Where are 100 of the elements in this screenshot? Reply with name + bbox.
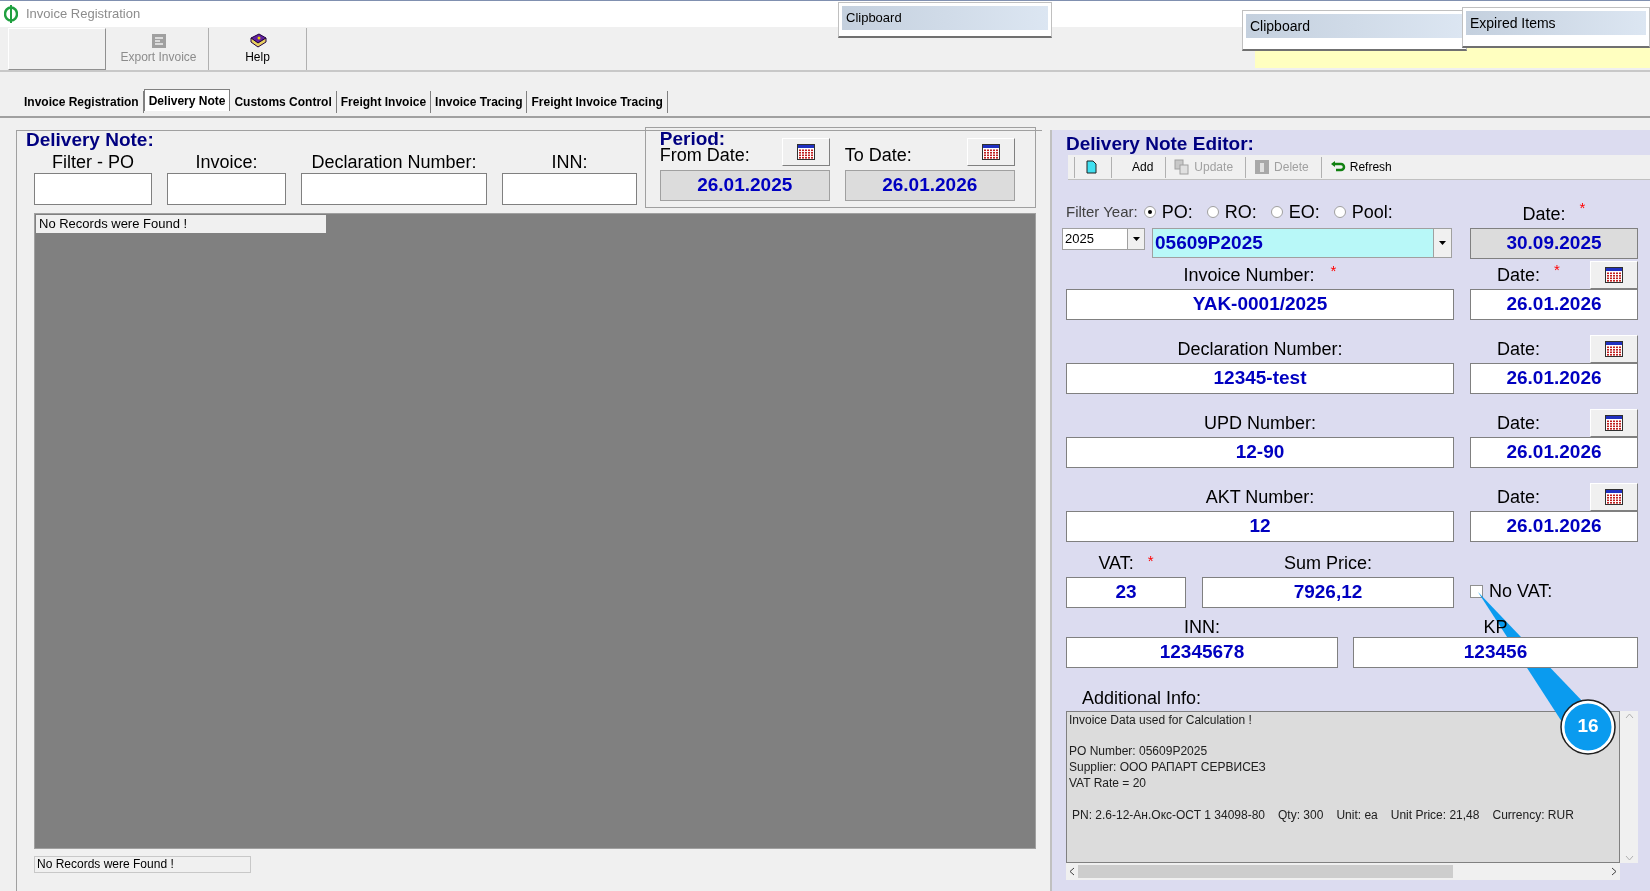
item-detail: Unit Price: 21,48 — [1390, 807, 1480, 823]
filter-field[interactable] — [301, 173, 487, 205]
date-label: Date: — [1497, 412, 1541, 435]
text-field[interactable]: 26.01.2026 — [1470, 289, 1638, 320]
field-label: INN: — [1184, 617, 1220, 637]
item-detail: Unit: ea — [1336, 807, 1378, 823]
horizontal-scrollbar[interactable] — [1066, 863, 1620, 880]
calendar-icon — [1605, 267, 1623, 283]
required-mark: * — [1554, 262, 1560, 277]
radio-button[interactable] — [1333, 206, 1346, 218]
text-field[interactable]: 12-90 — [1066, 437, 1454, 468]
info-line: PO Number: 05609P2025 — [1069, 743, 1208, 759]
text-field[interactable]: 12345-test — [1066, 363, 1454, 394]
date-label: Date: — [1497, 264, 1541, 287]
calendar-icon — [796, 144, 815, 160]
export-icon — [150, 32, 167, 49]
panel-icon — [1254, 159, 1271, 175]
filter-label: Declaration Number: — [311, 151, 477, 173]
item-detail: PN: 2.6-12-Ан.Окс-ОСТ 1 34098-80 — [1072, 807, 1266, 823]
field-label: AKT Number: — [1205, 486, 1315, 509]
coin-icon — [4, 5, 18, 23]
field-label: UPD Number: — [1204, 412, 1316, 435]
scrollbar-thumb[interactable] — [1078, 865, 1453, 878]
scroll-down-icon — [1624, 855, 1634, 861]
calendar-button[interactable] — [1590, 261, 1638, 289]
filter-label: Invoice: — [195, 151, 258, 173]
grid-header: No Records were Found ! — [35, 214, 327, 234]
filter-year-label: Filter Year: — [1066, 201, 1138, 222]
tab[interactable]: Delivery Note — [143, 89, 231, 111]
window-title: Invoice Registration — [26, 5, 141, 24]
toolbar-button[interactable]: Add — [1111, 156, 1162, 178]
popup-window[interactable]: Clipboard — [838, 2, 1052, 38]
info-line: Supplier: ООО РАПАРТ СЕРВИСЕЗ — [1069, 759, 1266, 775]
scroll-right-icon — [1611, 867, 1617, 876]
text-field[interactable]: 23 — [1066, 577, 1186, 608]
book-icon — [248, 32, 267, 49]
text-field[interactable]: 123456 — [1353, 637, 1638, 668]
text-field[interactable]: 12 — [1066, 511, 1454, 542]
toolbar-button[interactable]: Refresh — [1320, 156, 1400, 178]
document-icon — [1083, 159, 1099, 175]
date-field[interactable]: 26.01.2025 — [659, 170, 830, 201]
calendar-button[interactable] — [1590, 483, 1638, 511]
toolbar-button[interactable] — [8, 27, 106, 70]
status-text: No Records were Found ! — [34, 856, 251, 873]
section-title: Delivery Note Editor: — [1066, 133, 1255, 155]
date-label: Date: — [1497, 486, 1541, 509]
radio-label: RO: — [1224, 200, 1257, 224]
filter-field[interactable] — [167, 173, 286, 205]
radio-label: EO: — [1288, 200, 1320, 224]
order-dropdown[interactable]: 05609P2025 — [1152, 228, 1452, 258]
scroll-up-icon — [1624, 713, 1634, 719]
item-detail: Qty: 300 — [1278, 807, 1324, 823]
text-field[interactable]: 26.01.2026 — [1470, 363, 1638, 394]
radio-label: Pool: — [1351, 200, 1393, 224]
filter-field[interactable] — [34, 173, 152, 205]
field-label: Declaration Number: — [1177, 338, 1343, 361]
info-line: Invoice Data used for Calculation ! — [1069, 712, 1252, 728]
required-mark: * — [1330, 263, 1337, 278]
field-label: Additional Info: — [1082, 687, 1203, 709]
radio-label: PO: — [1161, 200, 1193, 224]
calendar-icon — [1605, 341, 1623, 357]
caret-icon — [1433, 229, 1451, 257]
filter-label: INN: — [551, 151, 588, 173]
checkbox-label: No VAT: — [1489, 579, 1553, 603]
checkbox[interactable] — [1470, 584, 1483, 598]
text-field[interactable]: 26.01.2026 — [1470, 511, 1638, 542]
radio-button[interactable] — [1143, 206, 1156, 218]
calendar-icon — [1605, 489, 1623, 505]
text-field[interactable]: 30.09.2025 — [1470, 228, 1638, 259]
help-button[interactable]: Help — [209, 27, 307, 70]
filter-field[interactable] — [502, 173, 637, 205]
text-field[interactable]: 26.01.2026 — [1470, 437, 1638, 468]
field-label: VAT: — [1098, 552, 1134, 575]
popup-title: Clipboard — [1246, 14, 1463, 38]
calendar-icon — [1605, 415, 1623, 431]
calendar-button[interactable] — [1590, 409, 1638, 437]
info-line: VAT Rate = 20 — [1069, 775, 1147, 791]
popup-window[interactable]: Expired Items — [1462, 7, 1650, 48]
calendar-button[interactable] — [1590, 335, 1638, 363]
popup-window[interactable]: Clipboard — [1242, 10, 1467, 51]
radio-button[interactable] — [1270, 206, 1283, 218]
item-detail: Currency: RUR — [1492, 807, 1574, 823]
field-label: Invoice Number: — [1183, 264, 1315, 287]
section-title: Delivery Note: — [26, 129, 155, 151]
text-field[interactable]: 12345678 — [1066, 637, 1338, 668]
vertical-scrollbar[interactable] — [1620, 711, 1638, 863]
popup-title: Clipboard — [842, 6, 1048, 30]
text-field[interactable]: 7926,12 — [1202, 577, 1454, 608]
date-field[interactable]: 26.01.2026 — [844, 170, 1015, 201]
documents-icon — [1174, 159, 1191, 175]
caret-icon — [1127, 229, 1144, 249]
scroll-left-icon — [1069, 867, 1075, 876]
year-dropdown[interactable]: 2025 — [1062, 228, 1145, 250]
radio-button[interactable] — [1206, 206, 1219, 218]
date-label: To Date: — [844, 144, 912, 166]
required-mark: * — [1579, 200, 1586, 215]
calendar-button[interactable] — [781, 138, 830, 166]
calendar-icon — [981, 144, 1000, 160]
text-field[interactable]: YAK-0001/2025 — [1066, 289, 1454, 320]
calendar-button[interactable] — [966, 138, 1015, 166]
